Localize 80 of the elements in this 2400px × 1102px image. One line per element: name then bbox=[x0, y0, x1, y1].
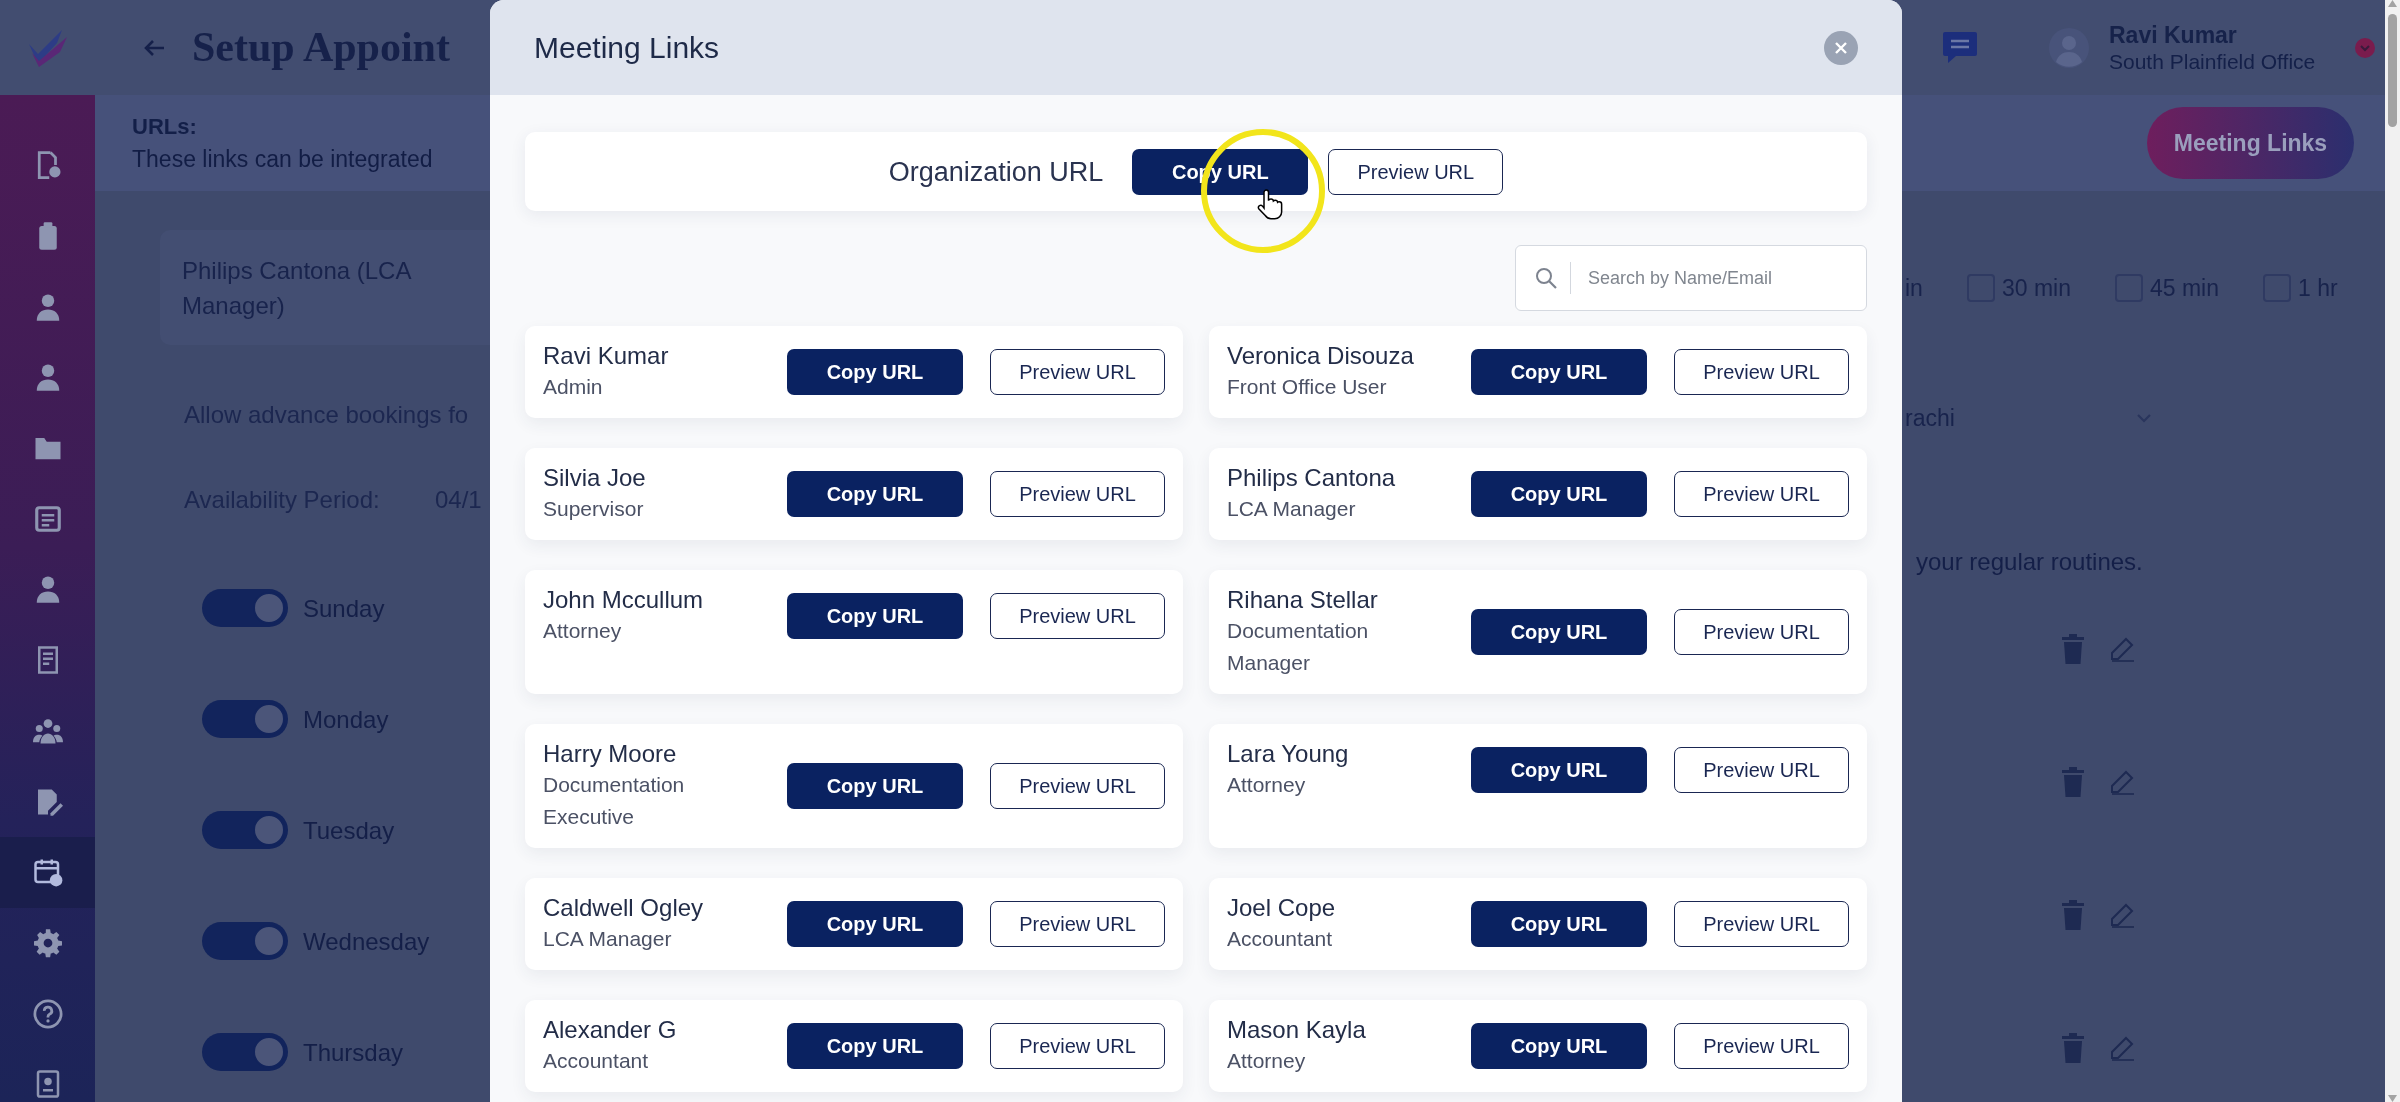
copy-url-button[interactable]: Copy URL bbox=[787, 471, 963, 517]
member-name: Veronica Disouza bbox=[1227, 341, 1415, 371]
note-icon[interactable] bbox=[32, 503, 63, 534]
member-name: Harry Moore bbox=[543, 739, 678, 769]
trash-icon[interactable] bbox=[2061, 900, 2085, 930]
copy-url-button[interactable]: Copy URL bbox=[1471, 471, 1647, 517]
help-icon[interactable] bbox=[32, 998, 63, 1029]
trash-icon[interactable] bbox=[2061, 1033, 2085, 1063]
search-icon bbox=[1535, 267, 1557, 289]
member-name: Silvia Joe bbox=[543, 463, 647, 493]
copy-url-button[interactable]: Copy URL bbox=[1471, 1023, 1647, 1069]
copy-url-button[interactable]: Copy URL bbox=[787, 763, 963, 809]
member-role: Documentation Manager bbox=[1227, 618, 1370, 676]
dropdown-icon[interactable] bbox=[2355, 37, 2375, 58]
copy-url-button[interactable]: Copy URL bbox=[1471, 901, 1647, 947]
organization-label: Organization URL bbox=[888, 155, 1104, 188]
preview-url-button[interactable]: Preview URL bbox=[990, 763, 1165, 809]
copy-url-button[interactable]: Copy URL bbox=[787, 593, 963, 639]
day-toggle[interactable] bbox=[202, 811, 288, 849]
preview-url-button[interactable]: Preview URL bbox=[1674, 1023, 1849, 1069]
member-role: Attorney bbox=[1227, 772, 1307, 798]
edit-icon[interactable] bbox=[2109, 1035, 2135, 1061]
day-toggle[interactable] bbox=[202, 700, 288, 738]
copy-url-button[interactable]: Copy URL bbox=[787, 349, 963, 395]
selected-item-highlight[interactable] bbox=[0, 836, 95, 908]
member-name: Ravi Kumar bbox=[543, 341, 670, 371]
settings-icon[interactable] bbox=[32, 927, 63, 958]
preview-url-button[interactable]: Preview URL bbox=[1674, 349, 1849, 395]
preview-url-button[interactable]: Preview URL bbox=[990, 349, 1165, 395]
edit-icon[interactable] bbox=[2109, 902, 2135, 928]
preview-url-button[interactable]: Preview URL bbox=[1674, 609, 1849, 655]
day-toggle[interactable] bbox=[202, 922, 288, 960]
member-name: Lara Young bbox=[1227, 739, 1350, 769]
copy-url-button[interactable]: Copy URL bbox=[1471, 609, 1647, 655]
scrollbar-thumb[interactable] bbox=[2388, 14, 2397, 127]
member-name: Philips Cantona bbox=[1227, 463, 1397, 493]
avatar-icon bbox=[2049, 27, 2089, 68]
member-role: Attorney bbox=[1227, 1048, 1307, 1074]
scroll-up-icon[interactable] bbox=[2388, 0, 2397, 7]
trash-icon[interactable] bbox=[2061, 767, 2085, 797]
preview-url-button[interactable]: Preview URL bbox=[990, 593, 1165, 639]
scroll-down-icon[interactable] bbox=[2388, 1095, 2397, 1102]
member-role: LCA Manager bbox=[543, 926, 673, 952]
member-role: Documentation Executive bbox=[543, 772, 686, 830]
back-arrow-icon[interactable] bbox=[143, 38, 165, 57]
calendar-clock-icon[interactable] bbox=[32, 857, 63, 888]
day-toggle[interactable] bbox=[202, 589, 288, 627]
member-name: Alexander G bbox=[543, 1015, 678, 1045]
preview-url-button[interactable]: Preview URL bbox=[990, 1023, 1165, 1069]
member-name: Rihana Stellar bbox=[1227, 585, 1379, 615]
preview-url-button[interactable]: Preview URL bbox=[1328, 148, 1504, 195]
member-name: Caldwell Ogley bbox=[543, 893, 705, 923]
preview-url-button[interactable]: Preview URL bbox=[990, 901, 1165, 947]
search-field[interactable]: Search by Name/Email bbox=[1515, 245, 1867, 311]
meeting-links-button[interactable]: Meeting Links bbox=[2147, 107, 2354, 179]
member-role: Accountant bbox=[543, 1048, 650, 1074]
member-role: Admin bbox=[543, 374, 604, 400]
copy-url-button[interactable]: Copy URL bbox=[787, 901, 963, 947]
member-role: Front Office User bbox=[1227, 374, 1388, 400]
member-role: Attorney bbox=[543, 618, 623, 644]
close-icon[interactable] bbox=[1824, 30, 1858, 65]
member-name: Mason Kayla bbox=[1227, 1015, 1367, 1045]
member-role: LCA Manager bbox=[1227, 496, 1357, 522]
edit-icon[interactable] bbox=[2109, 636, 2135, 662]
member-name: Joel Cope bbox=[1227, 893, 1337, 923]
modal-title: Meeting Links bbox=[534, 29, 720, 66]
trash-icon[interactable] bbox=[2061, 634, 2085, 664]
preview-url-button[interactable]: Preview URL bbox=[1674, 747, 1849, 793]
preview-url-button[interactable]: Preview URL bbox=[1674, 901, 1849, 947]
chat-icon[interactable] bbox=[1942, 30, 1978, 65]
copy-url-button[interactable]: Copy URL bbox=[1471, 349, 1647, 395]
preview-url-button[interactable]: Preview URL bbox=[990, 471, 1165, 517]
member-role: Accountant bbox=[1227, 926, 1334, 952]
day-toggle[interactable] bbox=[202, 1033, 288, 1071]
member-name: John Mccullum bbox=[543, 585, 705, 615]
preview-url-button[interactable]: Preview URL bbox=[1674, 471, 1849, 517]
copy-url-button[interactable]: Copy URL bbox=[1471, 747, 1647, 793]
edit-icon[interactable] bbox=[2109, 769, 2135, 795]
member-role: Supervisor bbox=[543, 496, 645, 522]
copy-url-button[interactable]: Copy URL bbox=[787, 1023, 963, 1069]
